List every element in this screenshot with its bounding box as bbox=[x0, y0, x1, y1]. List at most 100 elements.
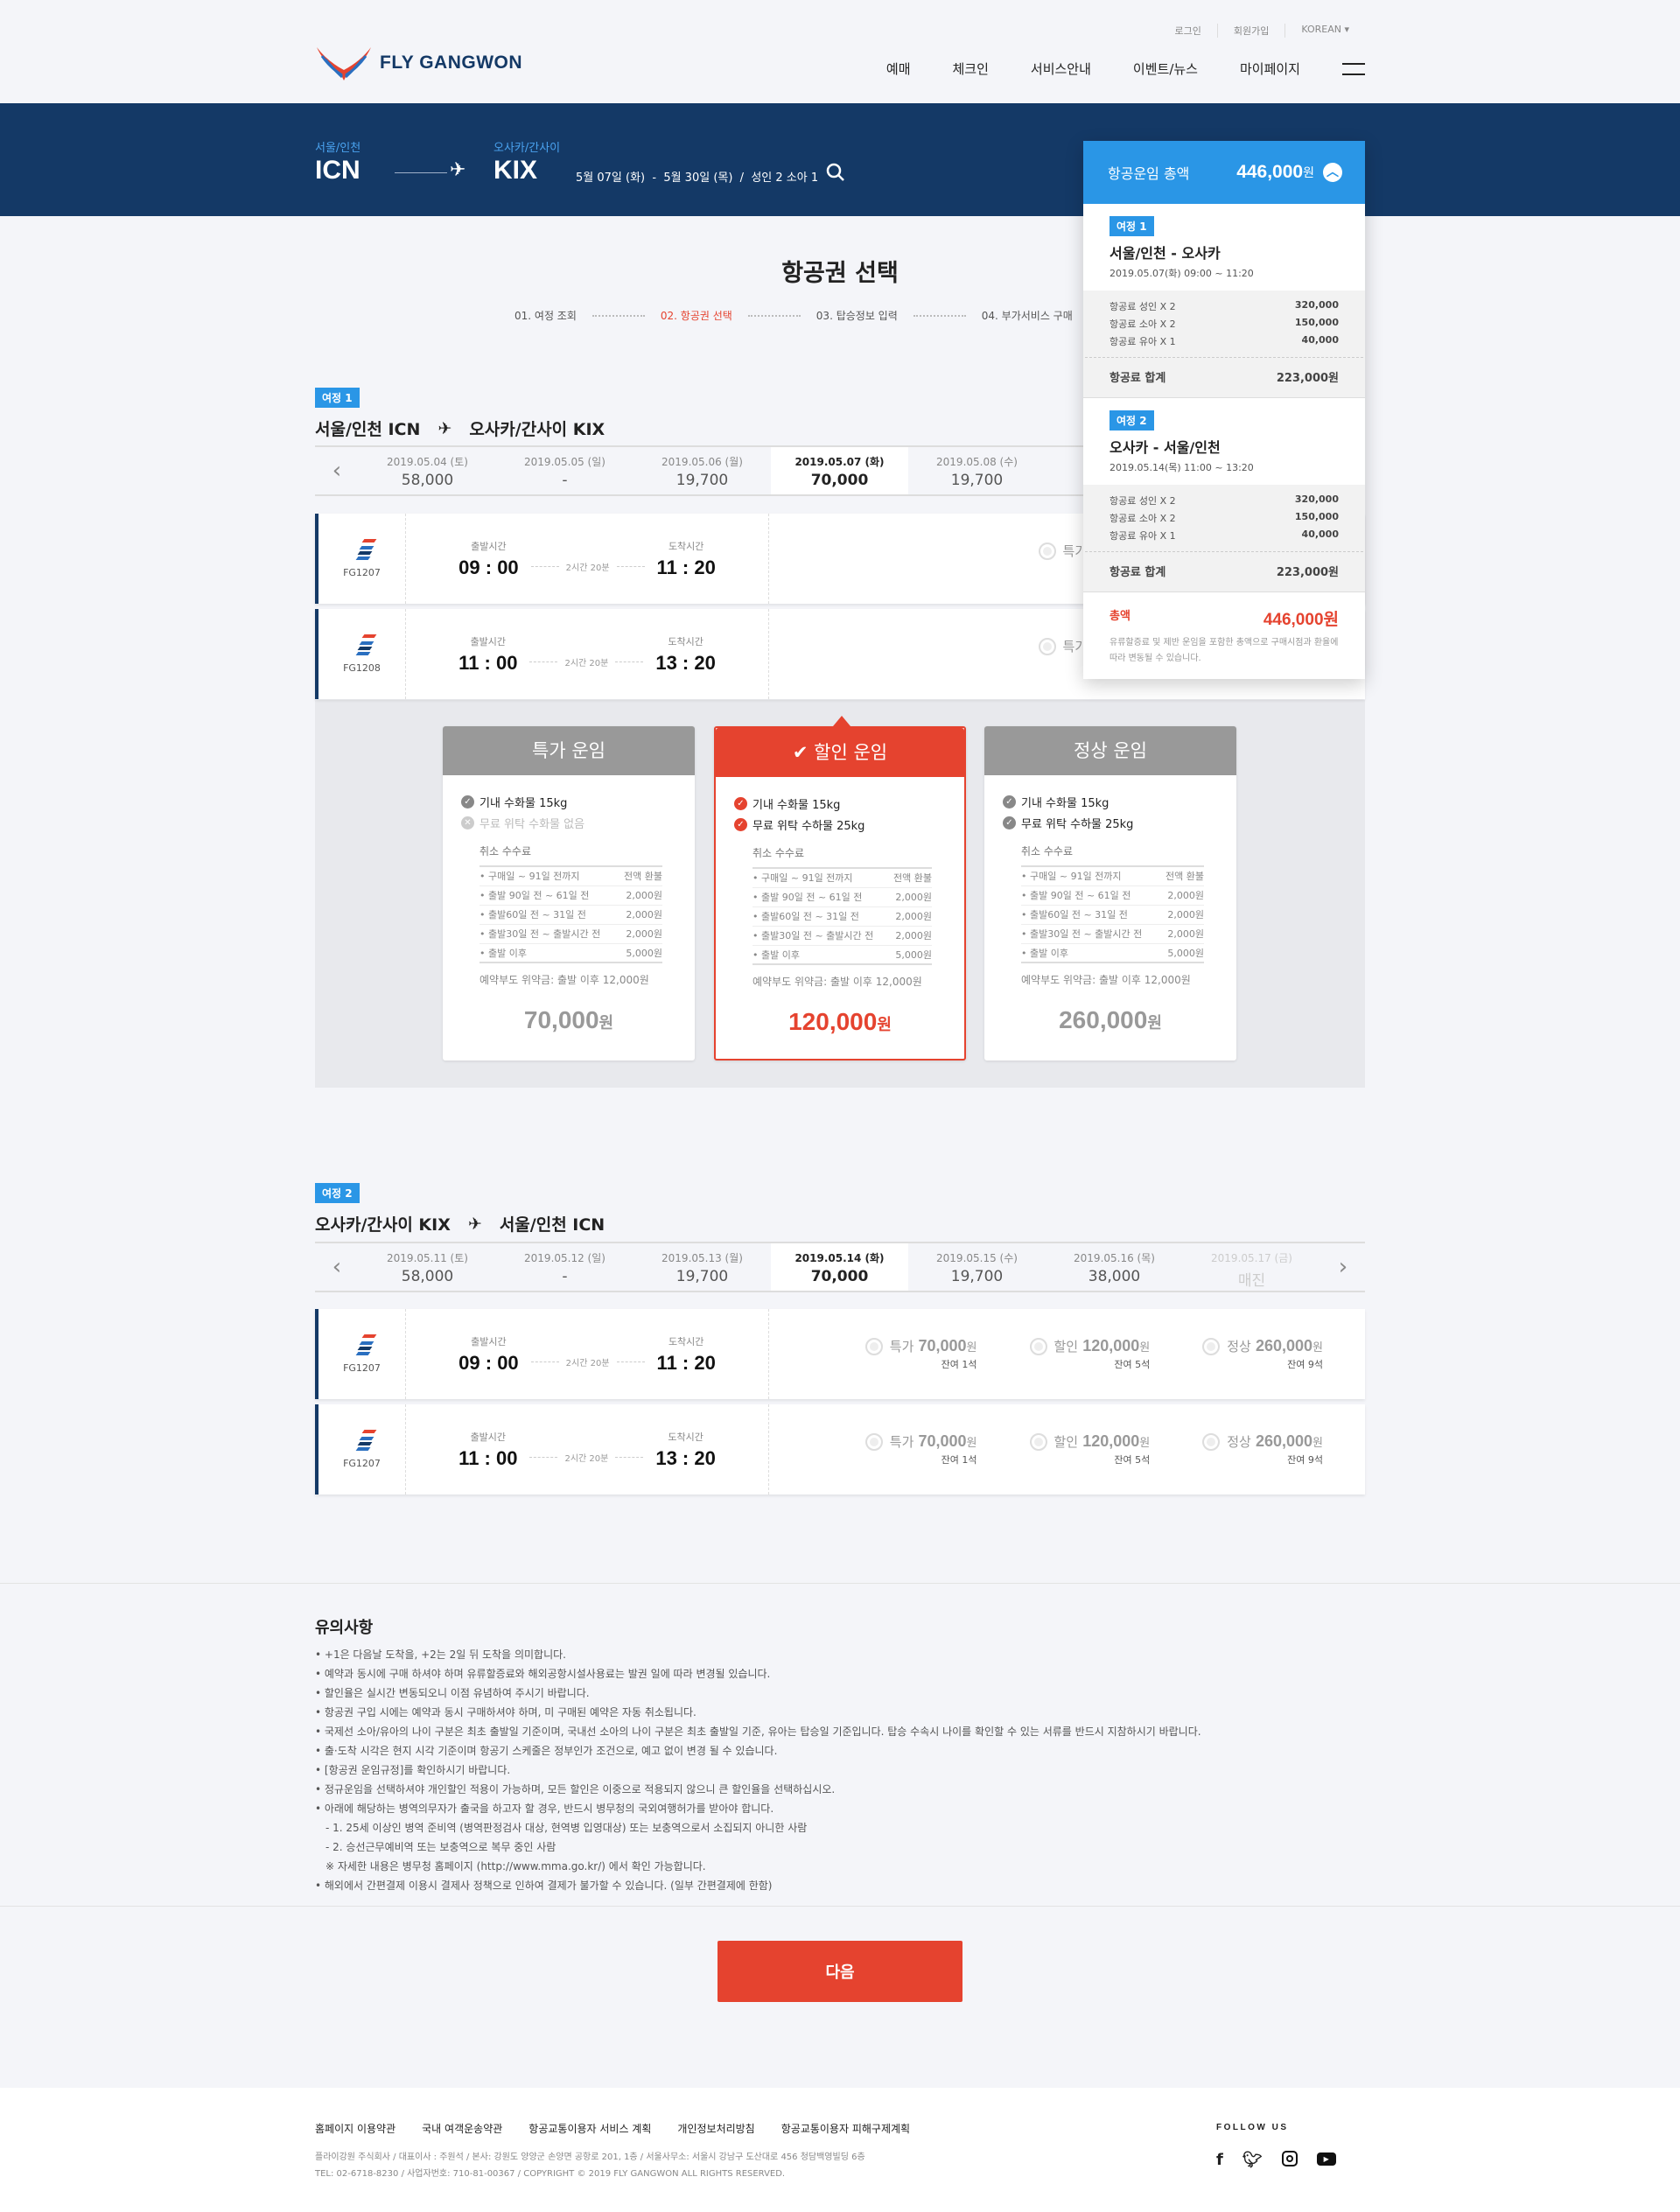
youtube-icon[interactable]: ▶ bbox=[1316, 2152, 1336, 2166]
date-cell[interactable]: 2019.05.06 (월) 19,700 bbox=[634, 447, 771, 494]
footer-link[interactable]: 개인정보처리방침 bbox=[677, 2121, 754, 2136]
collapse-chevron-up-icon[interactable]: ︿ bbox=[1323, 163, 1342, 182]
facebook-icon[interactable]: f bbox=[1216, 2151, 1223, 2169]
fare-radio[interactable] bbox=[1038, 542, 1056, 560]
search-icon[interactable] bbox=[826, 163, 845, 182]
fare-price: 260,000 bbox=[1255, 1337, 1313, 1354]
cancel-fee: 2,000원 bbox=[626, 890, 662, 901]
nav-checkin[interactable]: 체크인 bbox=[953, 60, 989, 78]
seats-left: 잔여 5석 bbox=[1114, 1454, 1151, 1466]
arrival-time: 13 : 20 bbox=[655, 651, 716, 674]
date-cell[interactable]: 2019.05.11 (토) 58,000 bbox=[359, 1243, 496, 1291]
date-label: 2019.05.17 (금) bbox=[1211, 1252, 1292, 1264]
cancel-fee: 전액 환불 bbox=[1166, 871, 1204, 882]
feature: ✓ 무료 위탁 수하물 25kg bbox=[734, 814, 964, 835]
cancel-period-text: 출발 이후 bbox=[761, 949, 800, 961]
date-cell[interactable]: 2019.05.15 (수) 19,700 bbox=[908, 1243, 1046, 1291]
date-price: 19,700 bbox=[676, 472, 729, 489]
instagram-icon[interactable] bbox=[1281, 2151, 1298, 2166]
fare-option[interactable]: 할인 120,000원잔여 5석 bbox=[1029, 1432, 1151, 1466]
date-price: 38,000 bbox=[1088, 1268, 1141, 1285]
flight-number: FG1207 bbox=[343, 1458, 381, 1469]
next-date-chevron-right-icon[interactable]: › bbox=[1321, 1243, 1365, 1291]
nav-services[interactable]: 서비스안내 bbox=[1031, 60, 1091, 78]
grand-value: 446,000원 bbox=[1263, 611, 1339, 629]
fare-radio[interactable] bbox=[1038, 638, 1056, 655]
fare-option[interactable]: 특가 70,000원잔여 1석 bbox=[864, 1432, 977, 1466]
prev-date-chevron-left-icon[interactable]: ‹ bbox=[315, 447, 359, 494]
nav-events[interactable]: 이벤트/뉴스 bbox=[1133, 60, 1198, 78]
fare-option[interactable]: 할인 120,000원잔여 5석 bbox=[1029, 1337, 1151, 1371]
flight-row: FG1207 출발시간 11 : 00 2시간 20분 도착시간 13 : 20 특가 70… bbox=[315, 1404, 1365, 1494]
summary-header[interactable]: 항공운임 총액 446,000 원 ︿ bbox=[1083, 141, 1365, 204]
route-from: 서울/인천 ICN bbox=[315, 420, 421, 439]
item-label: 항공료 성인 X 2 bbox=[1110, 495, 1176, 507]
to-city: 오사카/간사이 bbox=[494, 142, 561, 155]
footer-link[interactable]: 항공교통이용자 피해구제계획 bbox=[781, 2121, 910, 2136]
fare-radio[interactable] bbox=[1029, 1433, 1047, 1451]
fare-radio[interactable] bbox=[864, 1338, 883, 1355]
fare-radio[interactable] bbox=[864, 1433, 883, 1451]
departure-label: 출발시간 bbox=[471, 540, 507, 552]
departure: 출발시간 11 : 00 bbox=[458, 1430, 517, 1470]
fare-card-title-text: 특가 운임 bbox=[532, 740, 606, 761]
fare-option[interactable]: 특가 70,000원잔여 1석 bbox=[864, 1337, 977, 1371]
logo[interactable]: FLY GANGWON bbox=[315, 44, 522, 82]
fare-option[interactable]: 정상 260,000원 잔여 9석 bbox=[1202, 1432, 1323, 1466]
nav-booking[interactable]: 예매 bbox=[886, 60, 911, 78]
notice-item: • 해외에서 간편결제 이용시 결제사 정책으로 인하여 결제가 불가할 수 있… bbox=[315, 1880, 773, 1892]
fare-card[interactable]: ✔ 할인 운임 ✓ 기내 수화물 15kg ✓ 무료 위탁 수하물 25kg 취소 수수료… bbox=[714, 726, 966, 1060]
fare-radio[interactable] bbox=[1202, 1338, 1221, 1355]
twitter-icon[interactable]: 🐦︎ bbox=[1242, 2151, 1263, 2169]
wing-logo-icon bbox=[317, 47, 371, 80]
cancel-fee: 2,000원 bbox=[895, 892, 932, 903]
date-price: - bbox=[562, 1268, 568, 1285]
feature: ✓ 기내 수화물 15kg bbox=[461, 791, 695, 812]
fare-card[interactable]: 특가 운임 ✓ 기내 수화물 15kg ✕ 무료 위탁 수화물 없음 취소 수수료 • 구매… bbox=[443, 726, 695, 1060]
footer-link[interactable]: 홈페이지 이용약관 bbox=[315, 2121, 396, 2136]
login-link[interactable]: 로그인 bbox=[1159, 24, 1217, 38]
cancel-period: • 출발60일 전 ~ 31일 전 bbox=[1021, 909, 1128, 920]
date-cell[interactable]: 2019.05.16 (목) 38,000 bbox=[1046, 1243, 1183, 1291]
fare-card-title-text: 할인 운임 bbox=[814, 742, 888, 763]
next-button[interactable]: 다음 bbox=[718, 1941, 962, 2002]
seats-left: 잔여 5석 bbox=[1114, 1359, 1151, 1370]
footer-link[interactable]: 국내 여객운송약관 bbox=[422, 2121, 502, 2136]
no-show-penalty: 예약부도 위약금: 출발 이후 12,000원 bbox=[1021, 974, 1191, 986]
cancel-period-text: 구매일 ~ 91일 전까지 bbox=[761, 872, 853, 884]
date-cell[interactable]: 2019.05.05 (일) - bbox=[496, 447, 634, 494]
cancel-period-text: 출발 90일 전 ~ 61일 전 bbox=[488, 890, 590, 901]
summary-badge: 여정 1 bbox=[1110, 216, 1154, 236]
cancel-fee-row: • 출발 이후 5,000원 bbox=[752, 946, 932, 965]
date-cell[interactable]: 2019.05.17 (금) 매진 bbox=[1183, 1243, 1320, 1291]
date-cell[interactable]: 2019.05.08 (수) 19,700 bbox=[908, 447, 1046, 494]
fare-option[interactable]: 정상 260,000원 잔여 9석 bbox=[1202, 1337, 1323, 1371]
date-price: 70,000 bbox=[810, 1268, 869, 1285]
fare-features: ✓ 기내 수화물 15kg ✓ 무료 위탁 수하물 25kg bbox=[716, 777, 964, 835]
departure-time: 09 : 00 bbox=[458, 556, 519, 578]
feature-text: 기내 수화물 15kg bbox=[1021, 796, 1110, 810]
fare-price: 260,000 bbox=[1255, 1432, 1313, 1450]
footer-link[interactable]: 항공교통이용자 서비스 계획 bbox=[528, 2121, 651, 2136]
brand-name: FLY GANGWON bbox=[380, 52, 523, 73]
fare-radio[interactable] bbox=[1029, 1338, 1047, 1355]
date-cell[interactable]: 2019.05.04 (토) 58,000 bbox=[359, 447, 496, 494]
departure-label: 출발시간 bbox=[471, 1335, 507, 1348]
prev-date-chevron-left-icon[interactable]: ‹ bbox=[315, 1243, 359, 1291]
date-cell[interactable]: 2019.05.13 (월) 19,700 bbox=[634, 1243, 771, 1291]
feature: ✕ 무료 위탁 수화물 없음 bbox=[461, 812, 695, 833]
cancel-fee: 5,000원 bbox=[1167, 948, 1204, 959]
language-select[interactable]: KOREAN ▾ bbox=[1284, 24, 1365, 38]
fare-card[interactable]: 정상 운임 ✓ 기내 수화물 15kg ✓ 무료 위탁 수하물 25kg 취소 수수료 • … bbox=[984, 726, 1236, 1060]
date-cell[interactable]: 2019.05.07 (화) 70,000 bbox=[771, 447, 908, 494]
fare-summary-panel: 항공운임 총액 446,000 원 ︿ 여정 1 서울/인천 - 오사카 2019.… bbox=[1083, 141, 1365, 679]
signup-link[interactable]: 회원가입 bbox=[1216, 24, 1284, 38]
seats-left: 잔여 9석 bbox=[1287, 1454, 1323, 1466]
date-cell[interactable]: 2019.05.12 (일) - bbox=[496, 1243, 634, 1291]
arrival-label: 도착시간 bbox=[668, 1335, 704, 1348]
fare-radio[interactable] bbox=[1202, 1433, 1221, 1451]
feature-text: 기내 수화물 15kg bbox=[752, 798, 841, 812]
date-cell[interactable]: 2019.05.14 (화) 70,000 bbox=[771, 1243, 908, 1291]
menu-icon[interactable] bbox=[1342, 62, 1365, 75]
nav-mypage[interactable]: 마이페이지 bbox=[1240, 60, 1300, 78]
